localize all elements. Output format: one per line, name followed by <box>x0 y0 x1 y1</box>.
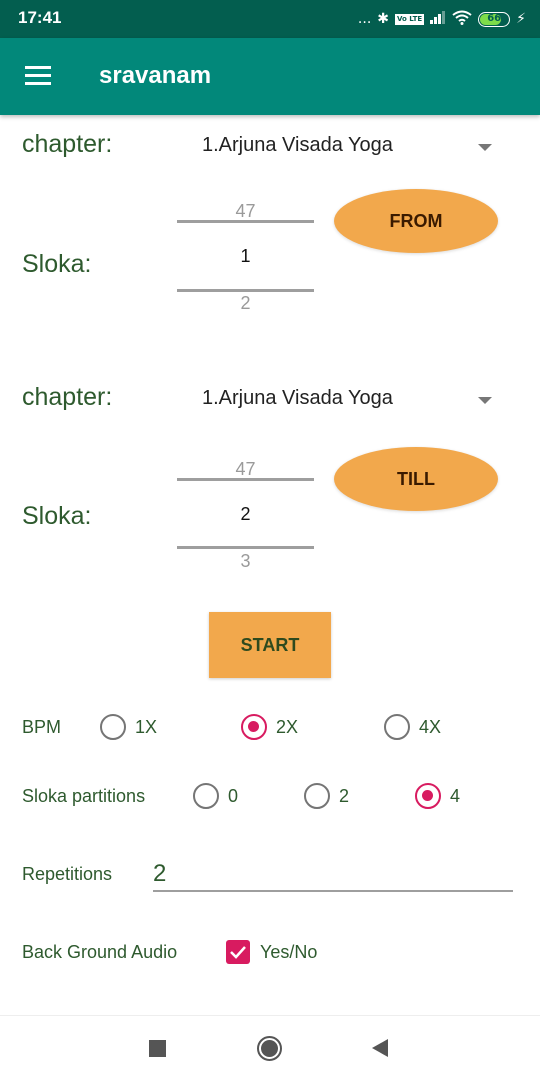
from-sloka-picker[interactable]: 47 1 2 <box>177 201 314 314</box>
partitions-option-label[interactable]: 4 <box>450 786 460 807</box>
picker-divider <box>177 289 314 292</box>
back-button-icon[interactable] <box>372 1039 388 1057</box>
bpm-radio-4x[interactable] <box>384 714 410 740</box>
volte-icon: Vo LTE <box>395 13 425 25</box>
picker-next-value[interactable]: 3 <box>177 551 314 572</box>
bpm-radio-1x[interactable] <box>100 714 126 740</box>
navigation-bar <box>0 1015 540 1080</box>
hamburger-menu-icon[interactable] <box>25 66 51 86</box>
till-button[interactable]: TILL <box>334 447 498 511</box>
start-button[interactable]: START <box>209 612 331 678</box>
bpm-option-label[interactable]: 4X <box>419 717 441 738</box>
signal-icon <box>430 10 446 28</box>
bpm-radio-2x[interactable] <box>241 714 267 740</box>
battery-icon: 66 <box>478 11 511 27</box>
till-chapter-value: 1.Arjuna Visada Yoga <box>202 387 393 409</box>
picker-current-value[interactable]: 2 <box>177 504 314 525</box>
from-chapter-value: 1.Arjuna Visada Yoga <box>202 134 393 156</box>
more-notifications-icon: ... <box>357 11 372 27</box>
dropdown-arrow-icon <box>478 397 492 404</box>
app-title: sravanam <box>99 62 212 89</box>
picker-next-value[interactable]: 2 <box>177 293 314 314</box>
bpm-option-label[interactable]: 1X <box>135 717 157 738</box>
partitions-radio-4[interactable] <box>415 783 441 809</box>
checkmark-icon <box>230 946 246 959</box>
dropdown-arrow-icon <box>478 144 492 151</box>
background-audio-label: Back Ground Audio <box>22 942 178 962</box>
picker-divider <box>177 478 314 481</box>
background-audio-checkbox-label[interactable]: Yes/No <box>260 942 317 963</box>
picker-prev-value[interactable]: 47 <box>177 201 314 222</box>
till-sloka-label: Sloka: <box>22 502 92 530</box>
picker-divider <box>177 220 314 223</box>
app-bar: sravanam <box>0 38 540 115</box>
repetitions-label: Repetitions <box>22 864 113 884</box>
partitions-label: Sloka partitions <box>22 786 146 806</box>
picker-prev-value[interactable]: 47 <box>177 459 314 480</box>
from-sloka-label: Sloka: <box>22 250 92 278</box>
picker-current-value[interactable]: 1 <box>177 246 314 267</box>
background-audio-checkbox[interactable] <box>226 940 250 964</box>
from-button[interactable]: FROM <box>334 189 498 253</box>
charging-icon: ⚡ <box>516 11 526 27</box>
recents-button-icon[interactable] <box>149 1040 166 1057</box>
wifi-icon <box>452 10 472 29</box>
bpm-label: BPM <box>22 717 62 737</box>
partitions-radio-2[interactable] <box>304 783 330 809</box>
partitions-option-label[interactable]: 2 <box>339 786 349 807</box>
home-button-icon[interactable] <box>257 1036 282 1061</box>
partitions-option-label[interactable]: 0 <box>228 786 238 807</box>
picker-divider <box>177 546 314 549</box>
bluetooth-icon: ✱ <box>377 11 390 27</box>
till-sloka-picker[interactable]: 47 2 3 <box>177 459 314 572</box>
repetitions-input[interactable]: 2 <box>153 856 513 892</box>
partitions-radio-0[interactable] <box>193 783 219 809</box>
status-bar: 17:41 ... ✱ Vo LTE 66 ⚡ <box>0 0 540 38</box>
bpm-option-label[interactable]: 2X <box>276 717 298 738</box>
status-time: 17:41 <box>18 8 62 27</box>
till-chapter-label: chapter: <box>22 383 113 411</box>
till-chapter-spinner[interactable]: 1.Arjuna Visada Yoga <box>200 381 500 421</box>
from-chapter-spinner[interactable]: 1.Arjuna Visada Yoga <box>200 128 500 168</box>
from-chapter-label: chapter: <box>22 130 113 158</box>
status-icons: ... ✱ Vo LTE 66 ⚡ <box>358 8 526 30</box>
